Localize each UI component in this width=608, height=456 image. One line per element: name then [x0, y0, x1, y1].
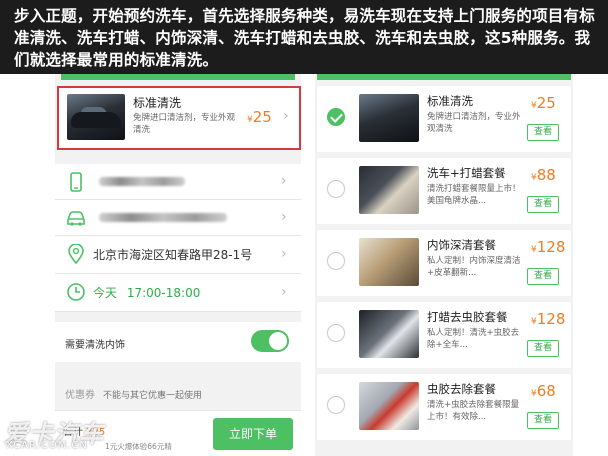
car-icon [67, 211, 85, 226]
interior-clean-label: 需要清洗内饰 [65, 340, 125, 351]
package-description: 私人定制！内饰深度清洁+皮革翻新... [427, 256, 521, 278]
coupon-label: 优惠券 [65, 390, 95, 401]
place-order-button[interactable]: 立即下单 [213, 418, 293, 450]
time-row[interactable]: 今天 17:00-18:00 › [55, 274, 301, 312]
view-button[interactable]: 查看 [527, 268, 559, 285]
location-pin-icon [68, 244, 84, 264]
phone-icon [70, 172, 82, 192]
package-item[interactable]: 标准清洗 免牌进口清洁剂，专业外观清洗 ¥25 查看 [317, 86, 571, 152]
package-thumbnail [359, 238, 419, 286]
service-thumbnail [67, 94, 125, 140]
chevron-right-icon: › [281, 246, 287, 262]
service-title: 标准清洗 [133, 96, 182, 110]
time-range: 17:00-18:00 [126, 286, 201, 300]
caption-banner: 步入正题，开始预约洗车，首先选择服务种类，易洗车现在支持上门服务的项目有标准清洗… [0, 0, 608, 74]
caption-text: 步入正题，开始预约洗车，首先选择服务种类，易洗车现在支持上门服务的项目有标准清洗… [14, 7, 595, 69]
package-thumbnail [359, 382, 419, 430]
package-thumbnail [359, 94, 419, 142]
radio-unchecked-icon[interactable] [327, 180, 345, 198]
package-item[interactable]: 洗车+打蜡套餐 清洗打蜡套餐限量上市！美国龟牌水晶... ¥88 查看 [317, 158, 571, 224]
package-title: 打蜡去虫胶套餐 [427, 310, 508, 324]
package-description: 清洗+虫胶去除套餐限量上市！有效除... [427, 400, 520, 422]
radio-unchecked-icon[interactable] [327, 324, 345, 342]
view-button[interactable]: 查看 [527, 124, 559, 141]
view-button[interactable]: 查看 [527, 340, 559, 357]
phone-number-redacted [99, 177, 185, 186]
package-title: 虫胶去除套餐 [427, 382, 496, 396]
phone-row[interactable]: › [55, 164, 301, 200]
chevron-right-icon: › [283, 108, 289, 124]
package-price: ¥25 [531, 94, 556, 112]
service-description: 免牌进口清洁剂，专业外观清洗 [133, 113, 236, 135]
chevron-right-icon: › [281, 284, 287, 300]
address-row[interactable]: 北京市海淀区知春路甲28-1号 › [55, 236, 301, 274]
coupon-row[interactable]: 优惠券 不能与其它优惠一起使用 [65, 386, 202, 401]
interior-clean-toggle[interactable] [251, 330, 289, 352]
package-description: 清洗打蜡套餐限量上市！美国龟牌水晶... [427, 184, 521, 206]
coupon-hint: 不能与其它优惠一起使用 [103, 391, 203, 401]
top-accent-bar [317, 74, 571, 80]
package-item[interactable]: 打蜡去虫胶套餐 私人定制！清洗+虫胶去除+全车... ¥128 查看 [317, 302, 571, 368]
package-price: ¥88 [531, 166, 556, 184]
package-price: ¥128 [531, 238, 566, 256]
radio-checked-icon[interactable] [327, 108, 345, 126]
address-text: 北京市海淀区知春路甲28-1号 [93, 248, 253, 262]
package-thumbnail [359, 166, 419, 214]
radio-unchecked-icon[interactable] [327, 396, 345, 414]
package-description: 私人定制！清洗+虫胶去除+全车... [427, 328, 520, 350]
car-info-redacted [99, 213, 227, 222]
package-title: 内饰深清套餐 [427, 238, 496, 252]
selected-service-card[interactable]: 标准清洗 免牌进口清洁剂，专业外观清洗 ¥25 › [57, 86, 301, 150]
top-accent-bar [61, 74, 295, 80]
time-text: 今天 17:00-18:00 [93, 284, 200, 301]
interior-clean-row: 需要清洗内饰 [55, 322, 301, 362]
package-price: ¥68 [531, 382, 556, 400]
watermark-url: XCAR.COM.CN [6, 440, 88, 451]
time-day: 今天 [93, 286, 118, 300]
car-row[interactable]: › [55, 200, 301, 236]
chevron-right-icon: › [281, 209, 287, 225]
package-thumbnail [359, 310, 419, 358]
total-subtext: 1元火爆体验66元精 [105, 442, 172, 451]
service-price: ¥25 [247, 108, 272, 126]
chevron-right-icon: › [281, 173, 287, 189]
package-title: 标准清洗 [427, 94, 473, 108]
package-title: 洗车+打蜡套餐 [427, 166, 506, 180]
package-item[interactable]: 虫胶去除套餐 清洗+虫胶去除套餐限量上市！有效除... ¥68 查看 [317, 374, 571, 440]
package-item[interactable]: 内饰深清套餐 私人定制！内饰深度清洁+皮革翻新... ¥128 查看 [317, 230, 571, 296]
clock-icon [67, 283, 85, 301]
view-button[interactable]: 查看 [527, 196, 559, 213]
package-list-screen: 标准清洗 免牌进口清洁剂，专业外观清洗 ¥25 查看 洗车+打蜡套餐 清洗打蜡套… [315, 74, 573, 456]
package-description: 免牌进口清洁剂，专业外观清洗 [427, 112, 521, 134]
package-price: ¥128 [531, 310, 566, 328]
radio-unchecked-icon[interactable] [327, 252, 345, 270]
order-screen: 标准清洗 免牌进口清洁剂，专业外观清洗 ¥25 › › › 北京市海淀区知春路甲… [55, 74, 301, 456]
view-button[interactable]: 查看 [527, 412, 559, 429]
